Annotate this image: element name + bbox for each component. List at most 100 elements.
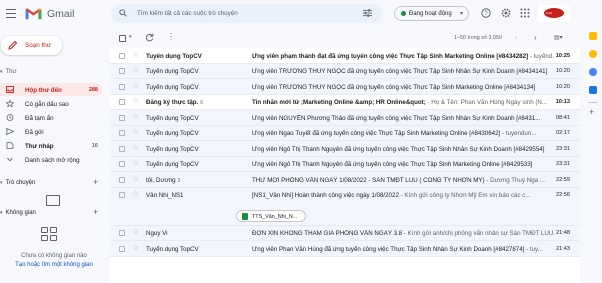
draft-count: 16	[91, 142, 98, 149]
email-subject: Ứng viên Phan Văn Hùng đã ứng tuyển công…	[252, 245, 525, 253]
email-content: Ứng viên Phan Văn Hùng đã ứng tuyển công…	[252, 246, 554, 253]
star-icon[interactable]: ☆	[132, 112, 139, 121]
email-time: 08:41	[556, 114, 570, 121]
row-checkbox[interactable]	[119, 145, 125, 152]
row-checkbox[interactable]	[119, 68, 125, 74]
more-options-icon[interactable]: ⋮	[167, 33, 175, 41]
email-time: 21:43	[556, 245, 570, 252]
star-icon[interactable]: ☆	[132, 81, 139, 90]
email-subject: [NS1_Vân Nhi] Hoàn thành công việc ngày …	[252, 192, 399, 199]
search-icon[interactable]	[119, 9, 127, 17]
row-checkbox[interactable]	[119, 83, 125, 90]
email-content: Ứng viên TRƯƠNG THÚY NGỌC đã ứng tuyển c…	[252, 68, 554, 75]
email-content: Ứng viên NGUYỄN Phương Thảo đã ứng tuyển…	[252, 115, 554, 122]
sidebar-item-starred[interactable]: Có gắn dấu sao	[0, 97, 102, 110]
star-icon[interactable]: ☆	[132, 174, 139, 183]
email-time: 21:48	[556, 230, 570, 236]
spaces-section-header[interactable]: ▾ Không gian	[0, 210, 36, 216]
star-icon[interactable]: ☆	[132, 50, 139, 59]
row-checkbox[interactable]	[119, 245, 125, 252]
email-time: 10:20	[556, 68, 570, 74]
star-icon[interactable]: ☆	[132, 159, 139, 167]
row-checkbox[interactable]	[119, 192, 125, 198]
new-space-plus-icon[interactable]: +	[93, 208, 98, 217]
email-row[interactable]: ☆ Vân Nhi_NS1 [NS1_Vân Nhi] Hoàn thành côn…	[110, 187, 580, 226]
row-checkbox[interactable]	[119, 130, 125, 136]
email-snippet: - Kính gửi anh/chị phỏng vấn nhân sự Sàn…	[402, 230, 554, 237]
row-checkbox[interactable]	[119, 114, 125, 121]
email-sender: Tuyển dụng TopCV	[146, 114, 199, 122]
email-subject: Ứng viên TRƯƠNG THÚY NGỌC đã ứng tuyển c…	[252, 83, 536, 91]
email-subject: Ứng viên NGUYỄN Phương Thảo đã ứng tuyển…	[252, 114, 541, 122]
select-options-chevron-icon[interactable]: ▾	[129, 34, 132, 40]
star-icon[interactable]: ☆	[132, 228, 139, 236]
sidebar-item-more[interactable]: Danh sách mở rộng	[0, 153, 102, 166]
gmail-logo[interactable]: Gmail	[25, 7, 74, 20]
prev-page-icon[interactable]: ‹	[515, 33, 518, 42]
sidebar-item-sent[interactable]: Đã gửi	[0, 125, 102, 138]
email-time: 22:59	[556, 176, 570, 183]
email-snippet: - Kính gửi công ty Nhơn Mỹ Em xin báo cá…	[398, 192, 531, 199]
email-row[interactable]: ☆ Tuyển dụng TopCV Ứng viên Phan Văn Hùng …	[110, 241, 580, 257]
email-row[interactable]: ☆ tôi, Dương 2 THƯ MỜI PHỎNG VẤN NGÀY 1/08/…	[110, 172, 580, 188]
email-list: ☆ Tuyển dụng TopCV Ứng viên phạm thành đạt…	[110, 48, 580, 283]
search-options-icon[interactable]	[363, 9, 372, 17]
sidebar-item-inbox[interactable]: Hộp thư đến 288	[0, 83, 102, 96]
contacts-icon[interactable]	[589, 86, 597, 94]
help-icon[interactable]: ?	[481, 8, 491, 18]
email-row[interactable]: ☆ Tuyển dụng TopCV Ứng viên phạm thành đạt…	[110, 48, 580, 64]
input-tools-icon[interactable]: ▤▾	[554, 34, 563, 41]
star-icon[interactable]: ☆	[132, 128, 139, 136]
row-checkbox[interactable]	[119, 99, 125, 105]
email-time: 23:31	[556, 145, 570, 152]
keep-icon[interactable]	[589, 50, 597, 58]
new-chat-plus-icon[interactable]: +	[93, 178, 98, 187]
email-time: 10:13	[555, 99, 570, 105]
email-subject: Ứng viên Ngô Thị Thanh Nguyên đã ứng tuy…	[252, 145, 545, 153]
email-row[interactable]: ☆ Tuyển dụng TopCV Ứng viên NGUYỄN Phương …	[110, 110, 580, 126]
calendar-icon[interactable]	[589, 32, 597, 40]
star-icon[interactable]: ☆	[132, 97, 139, 105]
next-page-icon[interactable]: ›	[534, 33, 537, 42]
chat-section-header[interactable]: ▾ Trò chuyện	[0, 180, 35, 186]
email-sender: Tuyển dụng TopCV	[146, 52, 202, 60]
status-button[interactable]: Đang hoạt động ▾	[394, 6, 469, 21]
add-addon-plus-icon[interactable]: +	[589, 108, 594, 117]
email-content: ĐƠN XIN KHÔNG THAM GIA PHỎNG VẤN NGÀY 3.…	[252, 230, 554, 237]
apps-grid-icon[interactable]	[520, 8, 530, 18]
account-avatar[interactable]: LUU	[538, 5, 570, 22]
email-row[interactable]: ☆ Đăng ký thực tập. 6 Tin nhắn mới từ ;Mark…	[110, 94, 580, 110]
row-checkbox[interactable]	[119, 176, 125, 183]
mail-section-header[interactable]: ▾ Thư	[0, 69, 17, 75]
star-icon[interactable]: ☆	[132, 190, 139, 198]
row-checkbox[interactable]	[119, 52, 125, 59]
sidebar-item-snoozed[interactable]: Đã tạm ẩn	[0, 111, 102, 124]
attachment-chip[interactable]: TTS_Vân_Nhi_N...	[236, 209, 306, 222]
main-menu-icon[interactable]	[6, 9, 16, 18]
collapse-arrow-icon: ▾	[0, 180, 3, 186]
thread-count: 6	[200, 100, 204, 106]
row-checkbox[interactable]	[119, 161, 125, 167]
email-row[interactable]: ☆ Nguy Vi ĐƠN XIN KHÔNG THAM GIA PHỎNG VẤN…	[110, 225, 580, 241]
refresh-icon[interactable]	[145, 33, 154, 42]
star-icon[interactable]: ☆	[132, 143, 139, 152]
settings-gear-icon[interactable]	[501, 8, 511, 18]
create-space-link[interactable]: Tạo hoặc tìm một không gian	[0, 262, 108, 268]
star-icon[interactable]: ☆	[132, 66, 139, 74]
email-row[interactable]: ☆ Tuyển dụng TopCV Ứng viên Ngao Tuyết đã …	[110, 125, 580, 141]
email-sender: Tuyển dụng TopCV	[146, 130, 199, 137]
email-row[interactable]: ☆ Tuyển dụng TopCV Ứng viên TRƯƠNG THÚY NG…	[110, 63, 580, 79]
sidebar-item-drafts[interactable]: Thư nháp 16	[0, 139, 102, 152]
select-all-checkbox[interactable]	[119, 35, 126, 42]
search-input[interactable]: Tìm kiếm tất cả các cuộc trò chuyện	[137, 10, 238, 17]
collapse-arrow-icon: ▾	[0, 210, 3, 216]
email-row[interactable]: ☆ Tuyển dụng TopCV Ứng viên Ngô Thị Thanh …	[110, 156, 580, 172]
email-row[interactable]: ☆ Tuyển dụng TopCV Ứng viên Ngô Thị Thanh …	[110, 141, 580, 157]
pencil-icon	[8, 40, 18, 50]
email-row[interactable]: ☆ Tuyển dụng TopCV Ứng viên TRƯƠNG THÚY NG…	[110, 79, 580, 95]
compose-button[interactable]: Soạn thư	[1, 36, 62, 55]
row-checkbox[interactable]	[119, 230, 125, 236]
tasks-icon[interactable]	[589, 68, 597, 76]
search-bar[interactable]: Tìm kiếm tất cả các cuộc trò chuyện	[111, 4, 382, 23]
star-icon[interactable]: ☆	[132, 243, 139, 252]
